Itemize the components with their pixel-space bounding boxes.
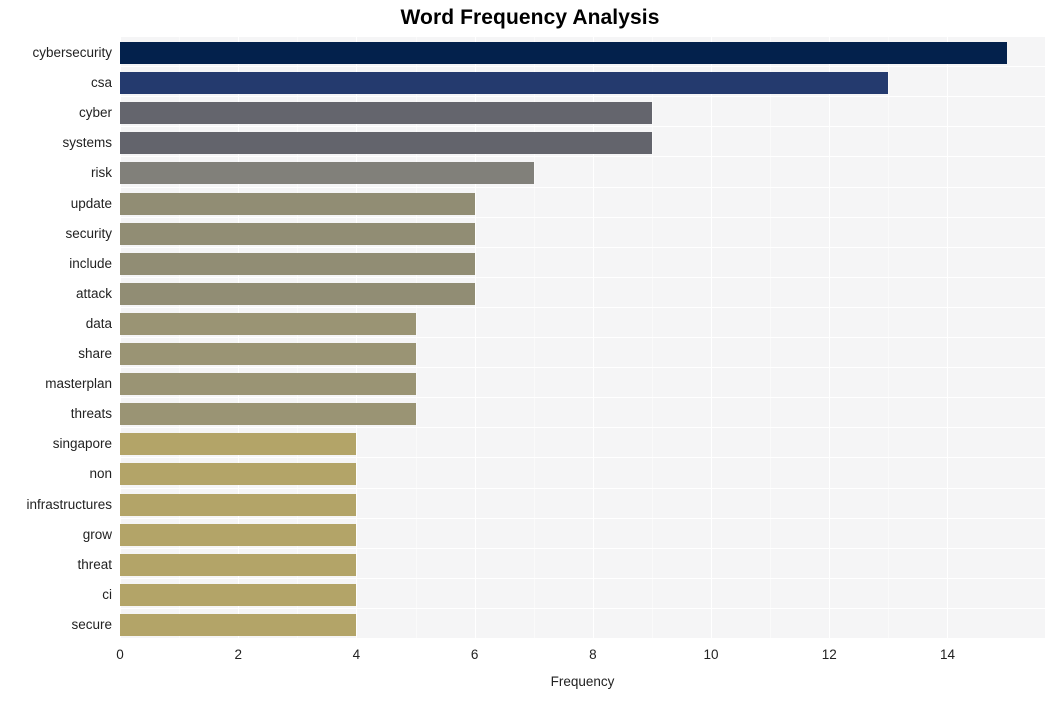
gridline-horizontal (120, 578, 1045, 579)
y-axis-tick-label: include (69, 255, 112, 271)
gridline-horizontal (120, 156, 1045, 157)
bar[interactable] (120, 463, 357, 486)
gridline-horizontal (120, 548, 1045, 549)
gridline-horizontal (120, 126, 1045, 127)
y-axis-tick-label: ci (102, 586, 112, 602)
bar[interactable] (120, 613, 357, 636)
y-axis-tick-label: systems (62, 135, 112, 151)
gridline-horizontal (120, 488, 1045, 489)
x-axis-tick-label: 14 (939, 647, 955, 662)
gridline-horizontal (120, 96, 1045, 97)
gridline-horizontal (120, 307, 1045, 308)
bar[interactable] (120, 222, 475, 245)
x-axis-tick-label: 4 (352, 647, 361, 662)
bar[interactable] (120, 433, 357, 456)
bar[interactable] (120, 523, 357, 546)
x-axis-title: Frequency (550, 674, 615, 689)
y-axis-tick-label: data (85, 315, 112, 331)
gridline-horizontal (120, 247, 1045, 248)
y-axis-tick-label: update (70, 195, 112, 211)
x-axis-tick-label: 12 (821, 647, 837, 662)
gridline-horizontal (120, 66, 1045, 67)
y-axis-tick-label: infrastructures (26, 496, 112, 512)
bar[interactable] (120, 42, 1007, 65)
bar[interactable] (120, 252, 475, 275)
gridline-horizontal (120, 337, 1045, 338)
bar[interactable] (120, 282, 475, 305)
y-axis-tick-label: secure (71, 616, 112, 632)
x-axis-tick-label: 0 (116, 647, 124, 662)
gridline-horizontal (120, 608, 1045, 609)
gridline-horizontal (120, 397, 1045, 398)
y-axis-tick-label: grow (82, 526, 112, 542)
gridline-horizontal (120, 457, 1045, 458)
gridline-horizontal (120, 277, 1045, 278)
bar[interactable] (120, 583, 357, 606)
bar[interactable] (120, 493, 357, 516)
gridline-horizontal (120, 36, 1045, 37)
plot-panel (120, 36, 1045, 638)
gridline-horizontal (120, 187, 1045, 188)
gridline-horizontal (120, 367, 1045, 368)
bar[interactable] (120, 373, 416, 396)
x-axis-tick-label: 2 (234, 647, 242, 662)
bar[interactable] (120, 102, 652, 125)
bar[interactable] (120, 312, 416, 335)
bar[interactable] (120, 553, 357, 576)
y-axis-tick-label: masterplan (45, 376, 112, 392)
x-axis-tick-label: 6 (470, 647, 479, 662)
y-axis-tick-label: threats (70, 406, 112, 422)
x-axis-tick-label: 10 (703, 647, 719, 662)
y-axis-tick-label: threat (77, 556, 112, 572)
y-axis-tick-label: non (89, 466, 112, 482)
chart-title: Word Frequency Analysis (400, 6, 660, 29)
y-axis-tick-label: csa (90, 75, 112, 91)
y-axis-tick-label: security (65, 225, 112, 241)
y-axis-tick-label: share (78, 346, 112, 362)
gridline-horizontal (120, 518, 1045, 519)
gridline-horizontal (120, 427, 1045, 428)
y-axis-tick-label: risk (91, 165, 112, 181)
bar[interactable] (120, 162, 534, 185)
bar[interactable] (120, 403, 416, 426)
y-axis-tick-labels: cybersecurity csa cyber systems risk update se… (0, 36, 112, 638)
bar[interactable] (120, 192, 475, 215)
y-axis-tick-label: cybersecurity (32, 45, 112, 61)
y-axis-tick-label: singapore (52, 436, 112, 452)
y-axis-tick-label: attack (75, 285, 112, 301)
gridline-horizontal (120, 217, 1045, 218)
bar[interactable] (120, 132, 652, 155)
y-axis-tick-label: cyber (78, 105, 112, 121)
bar[interactable] (120, 343, 416, 366)
x-axis-tick-labels: 0 2 4 6 8 10 12 14 (0, 638, 1060, 668)
x-axis-tick-label: 8 (589, 647, 597, 662)
word-frequency-chart: Word Frequency Analysis cybersecurity csa… (0, 0, 1060, 701)
bar[interactable] (120, 72, 889, 95)
